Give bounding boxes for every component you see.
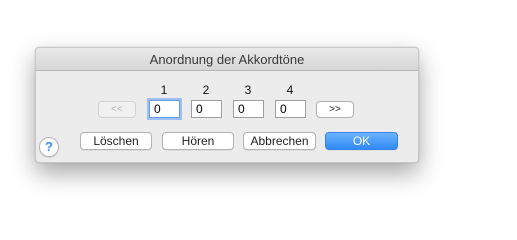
clear-button[interactable]: Löschen	[80, 132, 152, 150]
help-icon: ?	[45, 139, 53, 154]
help-button[interactable]: ?	[39, 137, 59, 157]
tone-field-1[interactable]	[149, 100, 180, 118]
previous-button[interactable]: <<	[98, 101, 136, 118]
tone-field-2[interactable]	[191, 100, 222, 118]
next-button[interactable]: >>	[316, 101, 354, 118]
column-label-2: 2	[202, 83, 210, 97]
tone-field-3[interactable]	[233, 100, 264, 118]
cancel-button[interactable]: Abbrechen	[243, 132, 316, 150]
dialog-title: Anordnung der Akkordtöne	[36, 48, 418, 71]
column-label-3: 3	[244, 83, 252, 97]
chord-tone-order-dialog: Anordnung der Akkordtöne 1 2 3 4 << >> ?…	[35, 47, 419, 163]
column-label-4: 4	[286, 83, 294, 97]
listen-button[interactable]: Hören	[162, 132, 234, 150]
ok-button[interactable]: OK	[325, 132, 398, 150]
column-label-1: 1	[160, 83, 168, 97]
tone-field-4[interactable]	[275, 100, 306, 118]
